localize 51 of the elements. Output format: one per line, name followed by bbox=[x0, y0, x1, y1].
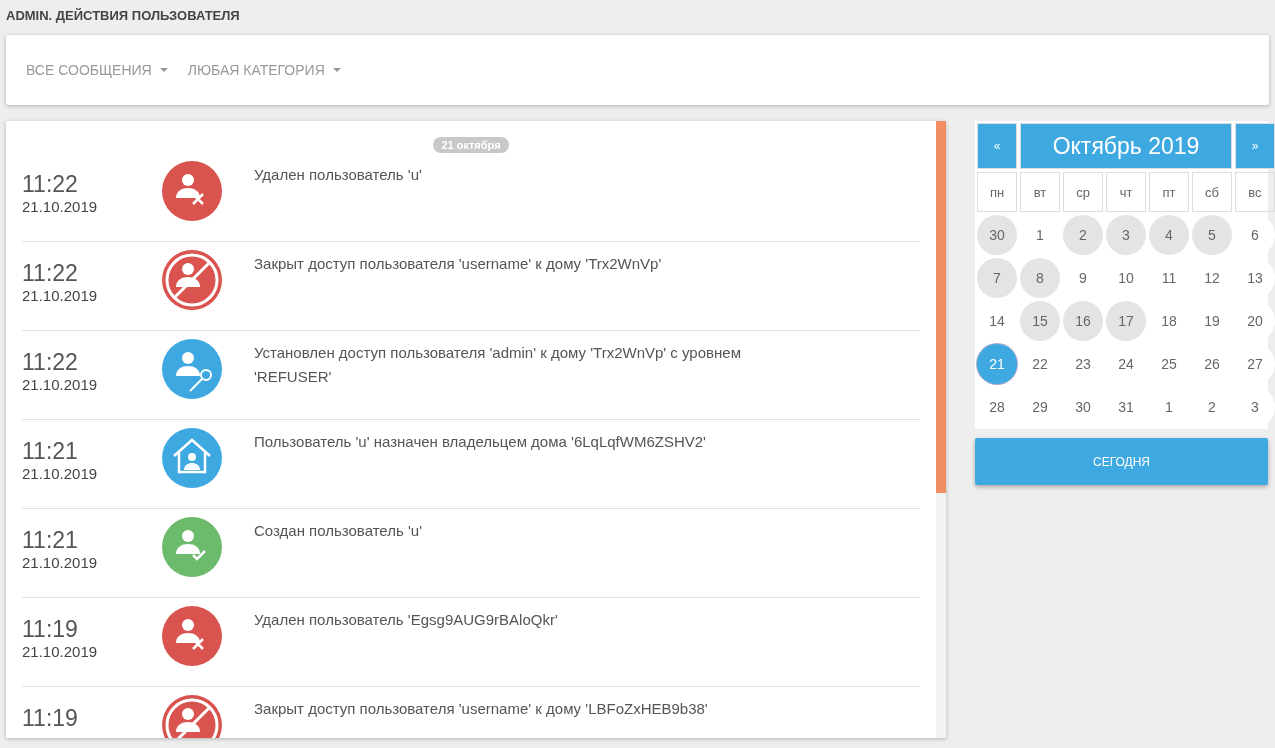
caret-icon bbox=[332, 68, 341, 72]
event-message: Удален пользователь 'u' bbox=[254, 165, 423, 185]
event-date: 21.10.2019 bbox=[22, 287, 99, 304]
event-time: 11:21 bbox=[22, 438, 79, 465]
event-date: 21.10.2019 bbox=[22, 198, 99, 215]
event-message: Удален пользователь 'Egsg9AUG9rBAloQkr' bbox=[254, 610, 559, 630]
page-title: ADMIN. ДЕЙСТВИЯ ПОЛЬЗОВАТЕЛЯ bbox=[6, 7, 241, 25]
weekday-header: ср bbox=[1063, 172, 1103, 212]
event-date: 21.10.2019 bbox=[22, 554, 99, 571]
scrollbar-thumb[interactable] bbox=[936, 121, 946, 493]
calendar-day[interactable]: 8 bbox=[1020, 258, 1060, 298]
event-date: 21.10.2019 bbox=[22, 643, 99, 660]
event-message: Пользователь 'u' назначен владельцем дома '6LqLqfWM6ZSHV2' bbox=[254, 432, 707, 452]
calendar-day[interactable]: 17 bbox=[1106, 301, 1146, 341]
event-time: 11:19 bbox=[22, 616, 79, 643]
user-remove-icon bbox=[162, 606, 222, 666]
event-message: Установлен доступ пользователя 'admin' к дому 'Trx2WnVp' с уровнем 'REFUSER' bbox=[254, 343, 742, 387]
filter-dropdown[interactable]: ЛЮБАЯ КАТЕГОРИЯ bbox=[187, 62, 341, 78]
user-blocked-icon bbox=[162, 250, 222, 310]
calendar-day[interactable]: 2 bbox=[1063, 215, 1103, 255]
scrollbar-track[interactable] bbox=[936, 121, 946, 738]
event-time: 11:19 bbox=[22, 705, 79, 732]
user-remove-icon bbox=[162, 161, 222, 221]
calendar-day[interactable]: 7 bbox=[977, 258, 1017, 298]
calendar-day[interactable]: 5 bbox=[1192, 215, 1232, 255]
calendar-day[interactable]: 3 bbox=[1106, 215, 1146, 255]
event-time: 11:21 bbox=[22, 527, 79, 554]
user-key-icon bbox=[162, 339, 222, 399]
event-time: 11:22 bbox=[22, 171, 79, 198]
user-check-icon bbox=[162, 517, 222, 577]
month-title: Октябрь 2019 bbox=[1020, 123, 1232, 169]
weekday-header: вс bbox=[1235, 172, 1275, 212]
user-house-icon bbox=[162, 428, 222, 488]
event-message: Закрыт доступ пользователя 'username' к дому 'LBFoZxHEB9b38' bbox=[254, 699, 709, 719]
event-message: Закрыт доступ пользователя 'username' к дому 'Trx2WnVp' bbox=[254, 254, 663, 274]
calendar-day[interactable]: 4 bbox=[1149, 215, 1189, 255]
filter-dropdown[interactable]: ВСЕ СООБЩЕНИЯ bbox=[26, 62, 168, 78]
event-date: 21.10.2019 bbox=[22, 376, 99, 393]
weekday-header: пн bbox=[977, 172, 1017, 212]
event-date: 21.10.2019 bbox=[22, 465, 99, 482]
event-message: Создан пользователь 'u' bbox=[254, 521, 424, 541]
weekday-header: чт bbox=[1106, 172, 1146, 212]
caret-icon bbox=[159, 68, 168, 72]
weekday-header: сб bbox=[1192, 172, 1232, 212]
weekday-header: вт bbox=[1020, 172, 1060, 212]
calendar-day[interactable]: 30 bbox=[977, 215, 1017, 255]
event-time: 11:22 bbox=[22, 349, 79, 376]
weekday-header: пт bbox=[1149, 172, 1189, 212]
calendar-day[interactable]: 16 bbox=[1063, 301, 1103, 341]
calendar-day[interactable]: 15 bbox=[1020, 301, 1060, 341]
event-time: 11:22 bbox=[22, 260, 79, 287]
